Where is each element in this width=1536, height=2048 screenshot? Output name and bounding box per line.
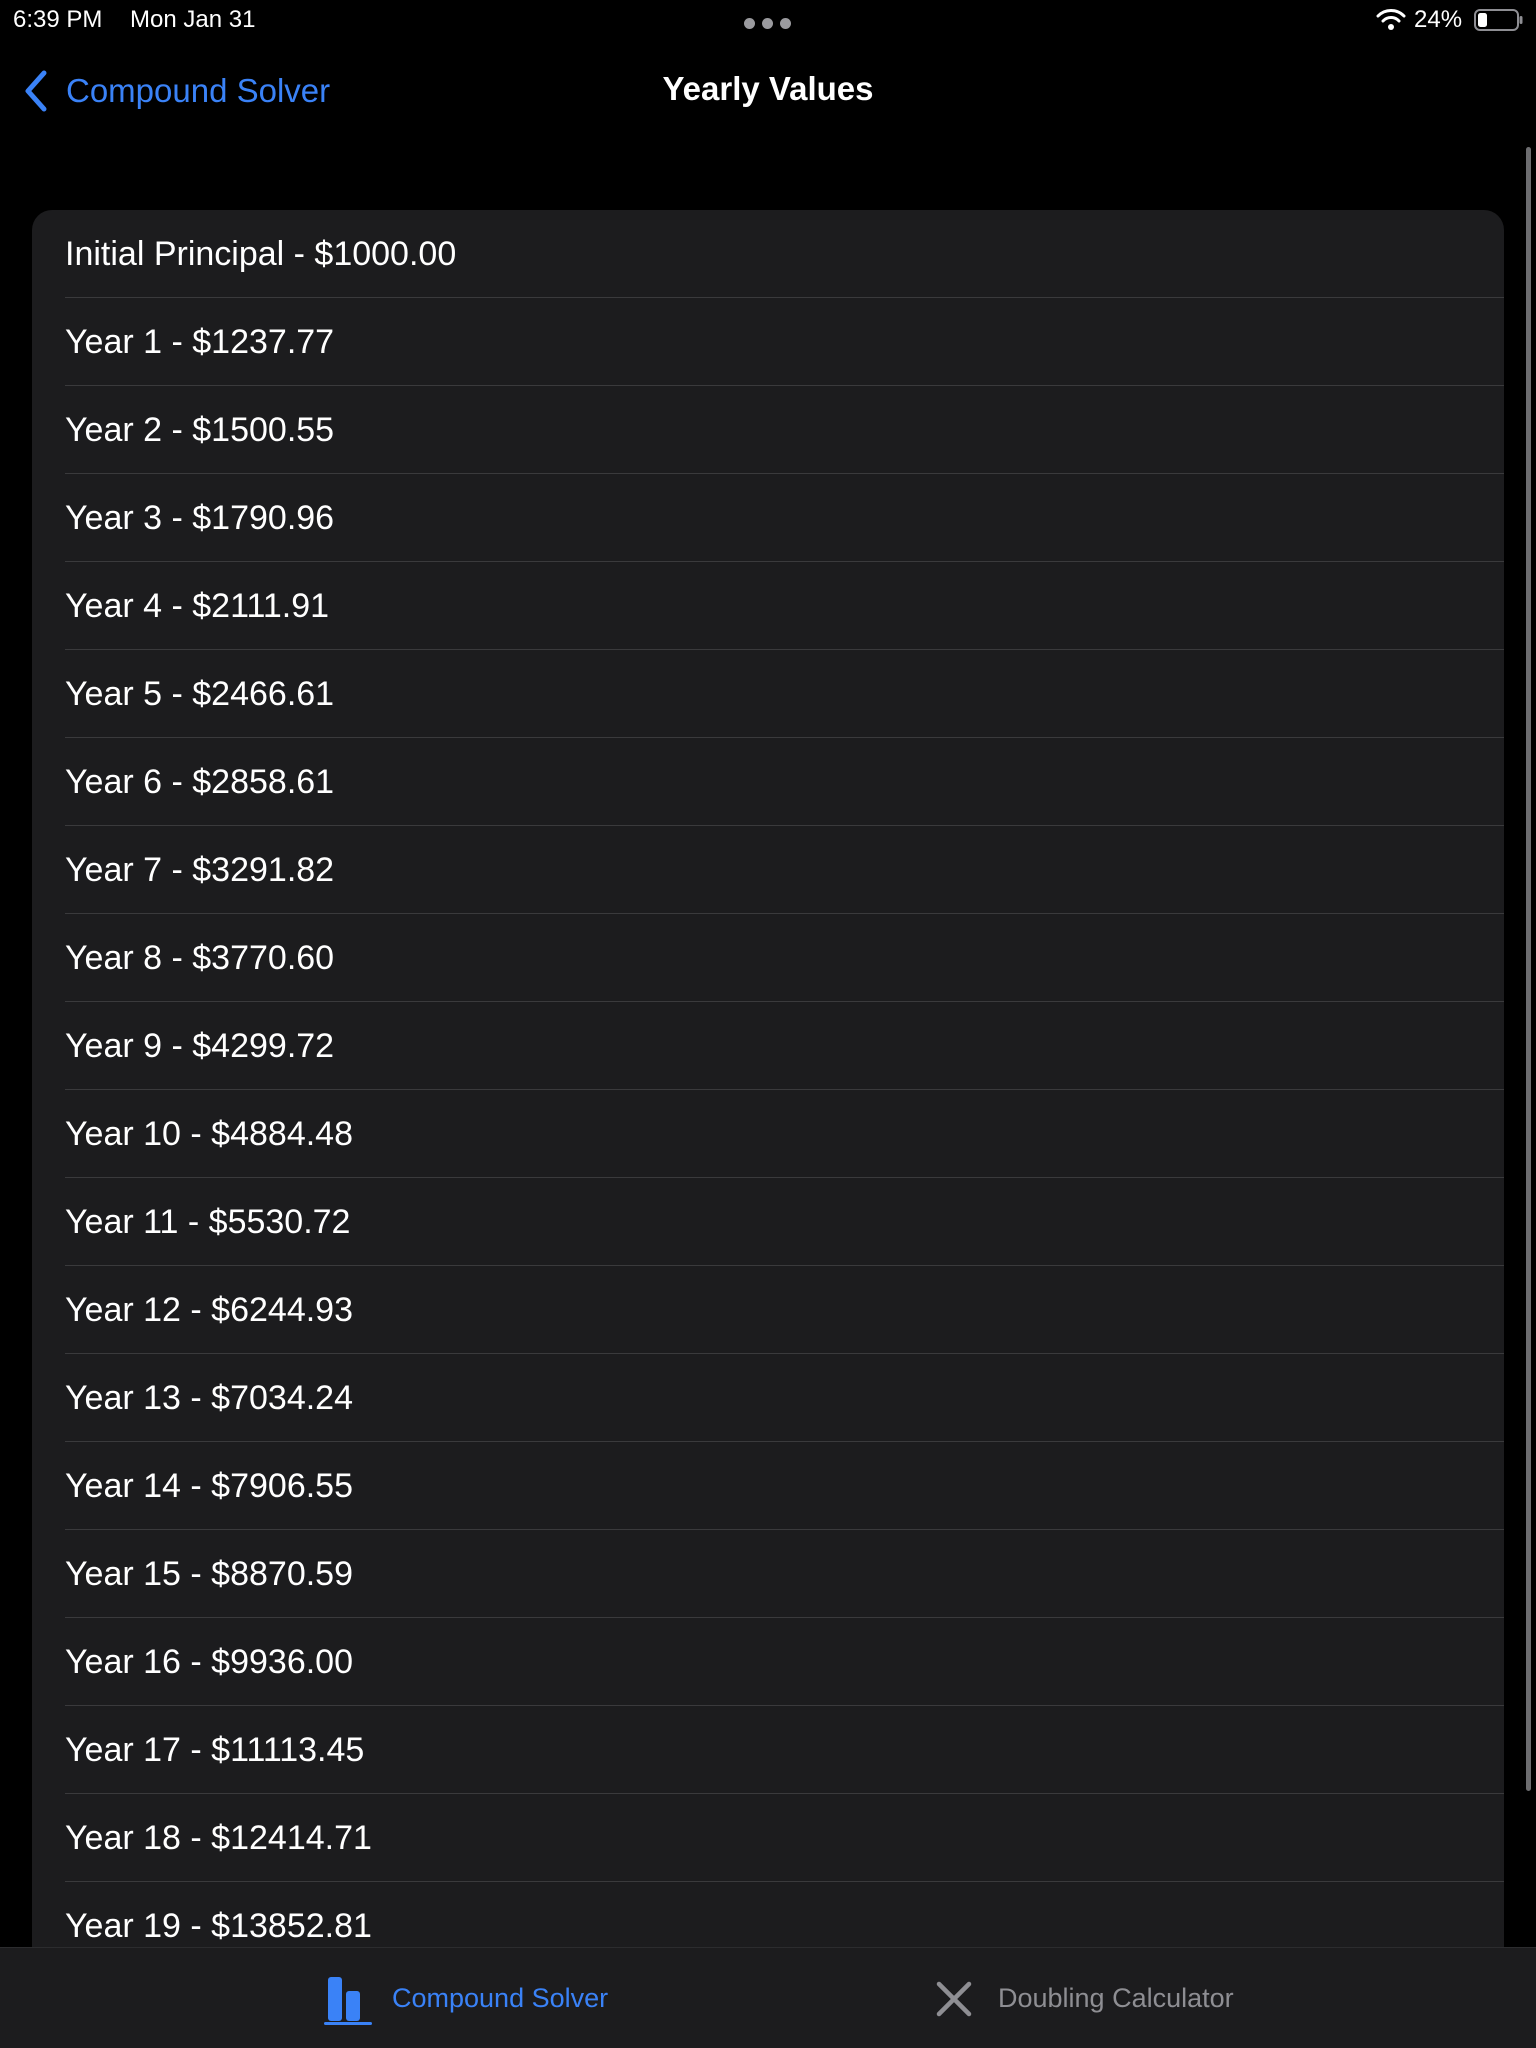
- navigation-bar: Compound Solver Yearly Values: [0, 56, 1536, 126]
- list-item: Year 18 - $12414.71: [32, 1794, 1504, 1882]
- battery-percent: 24%: [1414, 6, 1463, 33]
- list-item: Year 16 - $9936.00: [32, 1618, 1504, 1706]
- list-item: Year 3 - $1790.96: [32, 474, 1504, 562]
- battery-icon: [1474, 9, 1523, 31]
- status-time: 6:39 PM: [13, 6, 103, 33]
- page-title: Yearly Values: [662, 70, 874, 107]
- list-item: Year 11 - $5530.72: [32, 1178, 1504, 1266]
- list-item-label: Initial Principal - $1000.00: [65, 235, 457, 273]
- list-item: Year 6 - $2858.61: [32, 738, 1504, 826]
- wifi-icon: [1376, 9, 1406, 30]
- list-item-label: Year 1 - $1237.77: [65, 323, 335, 361]
- list-item-label: Year 14 - $7906.55: [65, 1467, 353, 1505]
- scrollbar[interactable]: [1526, 147, 1531, 1791]
- list-item: Year 5 - $2466.61: [32, 650, 1504, 738]
- list-item: Year 10 - $4884.48: [32, 1090, 1504, 1178]
- list-item: Year 9 - $4299.72: [32, 1002, 1504, 1090]
- list-item-label: Year 16 - $9936.00: [65, 1643, 353, 1681]
- list-item-label: Year 13 - $7034.24: [65, 1379, 353, 1417]
- list-item-label: Year 8 - $3770.60: [65, 939, 335, 977]
- list-item: Year 17 - $11113.45: [32, 1706, 1504, 1794]
- list-item: Initial Principal - $1000.00: [32, 210, 1504, 298]
- list-item-label: Year 3 - $1790.96: [65, 499, 335, 537]
- multitasking-dots-icon[interactable]: [744, 18, 792, 30]
- list-item-label: Year 7 - $3291.82: [65, 851, 335, 889]
- multiply-icon: [936, 1981, 972, 2016]
- tab-label: Compound Solver: [392, 1983, 609, 2013]
- screen: 6:39 PM Mon Jan 31 24% Compound Solver Y…: [0, 0, 1536, 2048]
- list-item: Year 2 - $1500.55: [32, 386, 1504, 474]
- list-item-label: Year 2 - $1500.55: [65, 411, 335, 449]
- list-item: Year 8 - $3770.60: [32, 914, 1504, 1002]
- status-date: Mon Jan 31: [130, 6, 256, 33]
- list-item: Year 7 - $3291.82: [32, 826, 1504, 914]
- list-item-label: Year 12 - $6244.93: [65, 1291, 353, 1329]
- list-item: Year 15 - $8870.59: [32, 1530, 1504, 1618]
- list-item: Year 12 - $6244.93: [32, 1266, 1504, 1354]
- tab-label: Doubling Calculator: [998, 1983, 1234, 2013]
- list-item-label: Year 9 - $4299.72: [65, 1027, 335, 1065]
- status-bar: 6:39 PM Mon Jan 31 24%: [0, 0, 1536, 40]
- bar-chart-icon: [324, 1976, 372, 2025]
- list-item-label: Year 10 - $4884.48: [65, 1115, 353, 1153]
- list-item-label: Year 17 - $11113.45: [65, 1731, 365, 1769]
- list-item-label: Year 4 - $2111.91: [65, 587, 330, 625]
- tab-doubling-calculator[interactable]: Doubling Calculator: [928, 1948, 1234, 2048]
- list-item-label: Year 15 - $8870.59: [65, 1555, 353, 1593]
- list-item: Year 4 - $2111.91: [32, 562, 1504, 650]
- yearly-values-list: Initial Principal - $1000.00 Year 1 - $1…: [32, 210, 1504, 2010]
- list-item-label: Year 6 - $2858.61: [65, 763, 335, 801]
- tab-bar: Compound Solver Doubling Calculator: [0, 1947, 1536, 2048]
- tab-compound-solver[interactable]: Compound Solver: [322, 1948, 608, 2048]
- list-item: Year 13 - $7034.24: [32, 1354, 1504, 1442]
- list-item-label: Year 11 - $5530.72: [65, 1203, 351, 1241]
- list-item: Year 1 - $1237.77: [32, 298, 1504, 386]
- list-item: Year 14 - $7906.55: [32, 1442, 1504, 1530]
- list-item-label: Year 18 - $12414.71: [65, 1819, 372, 1857]
- list-item-label: Year 5 - $2466.61: [65, 675, 335, 713]
